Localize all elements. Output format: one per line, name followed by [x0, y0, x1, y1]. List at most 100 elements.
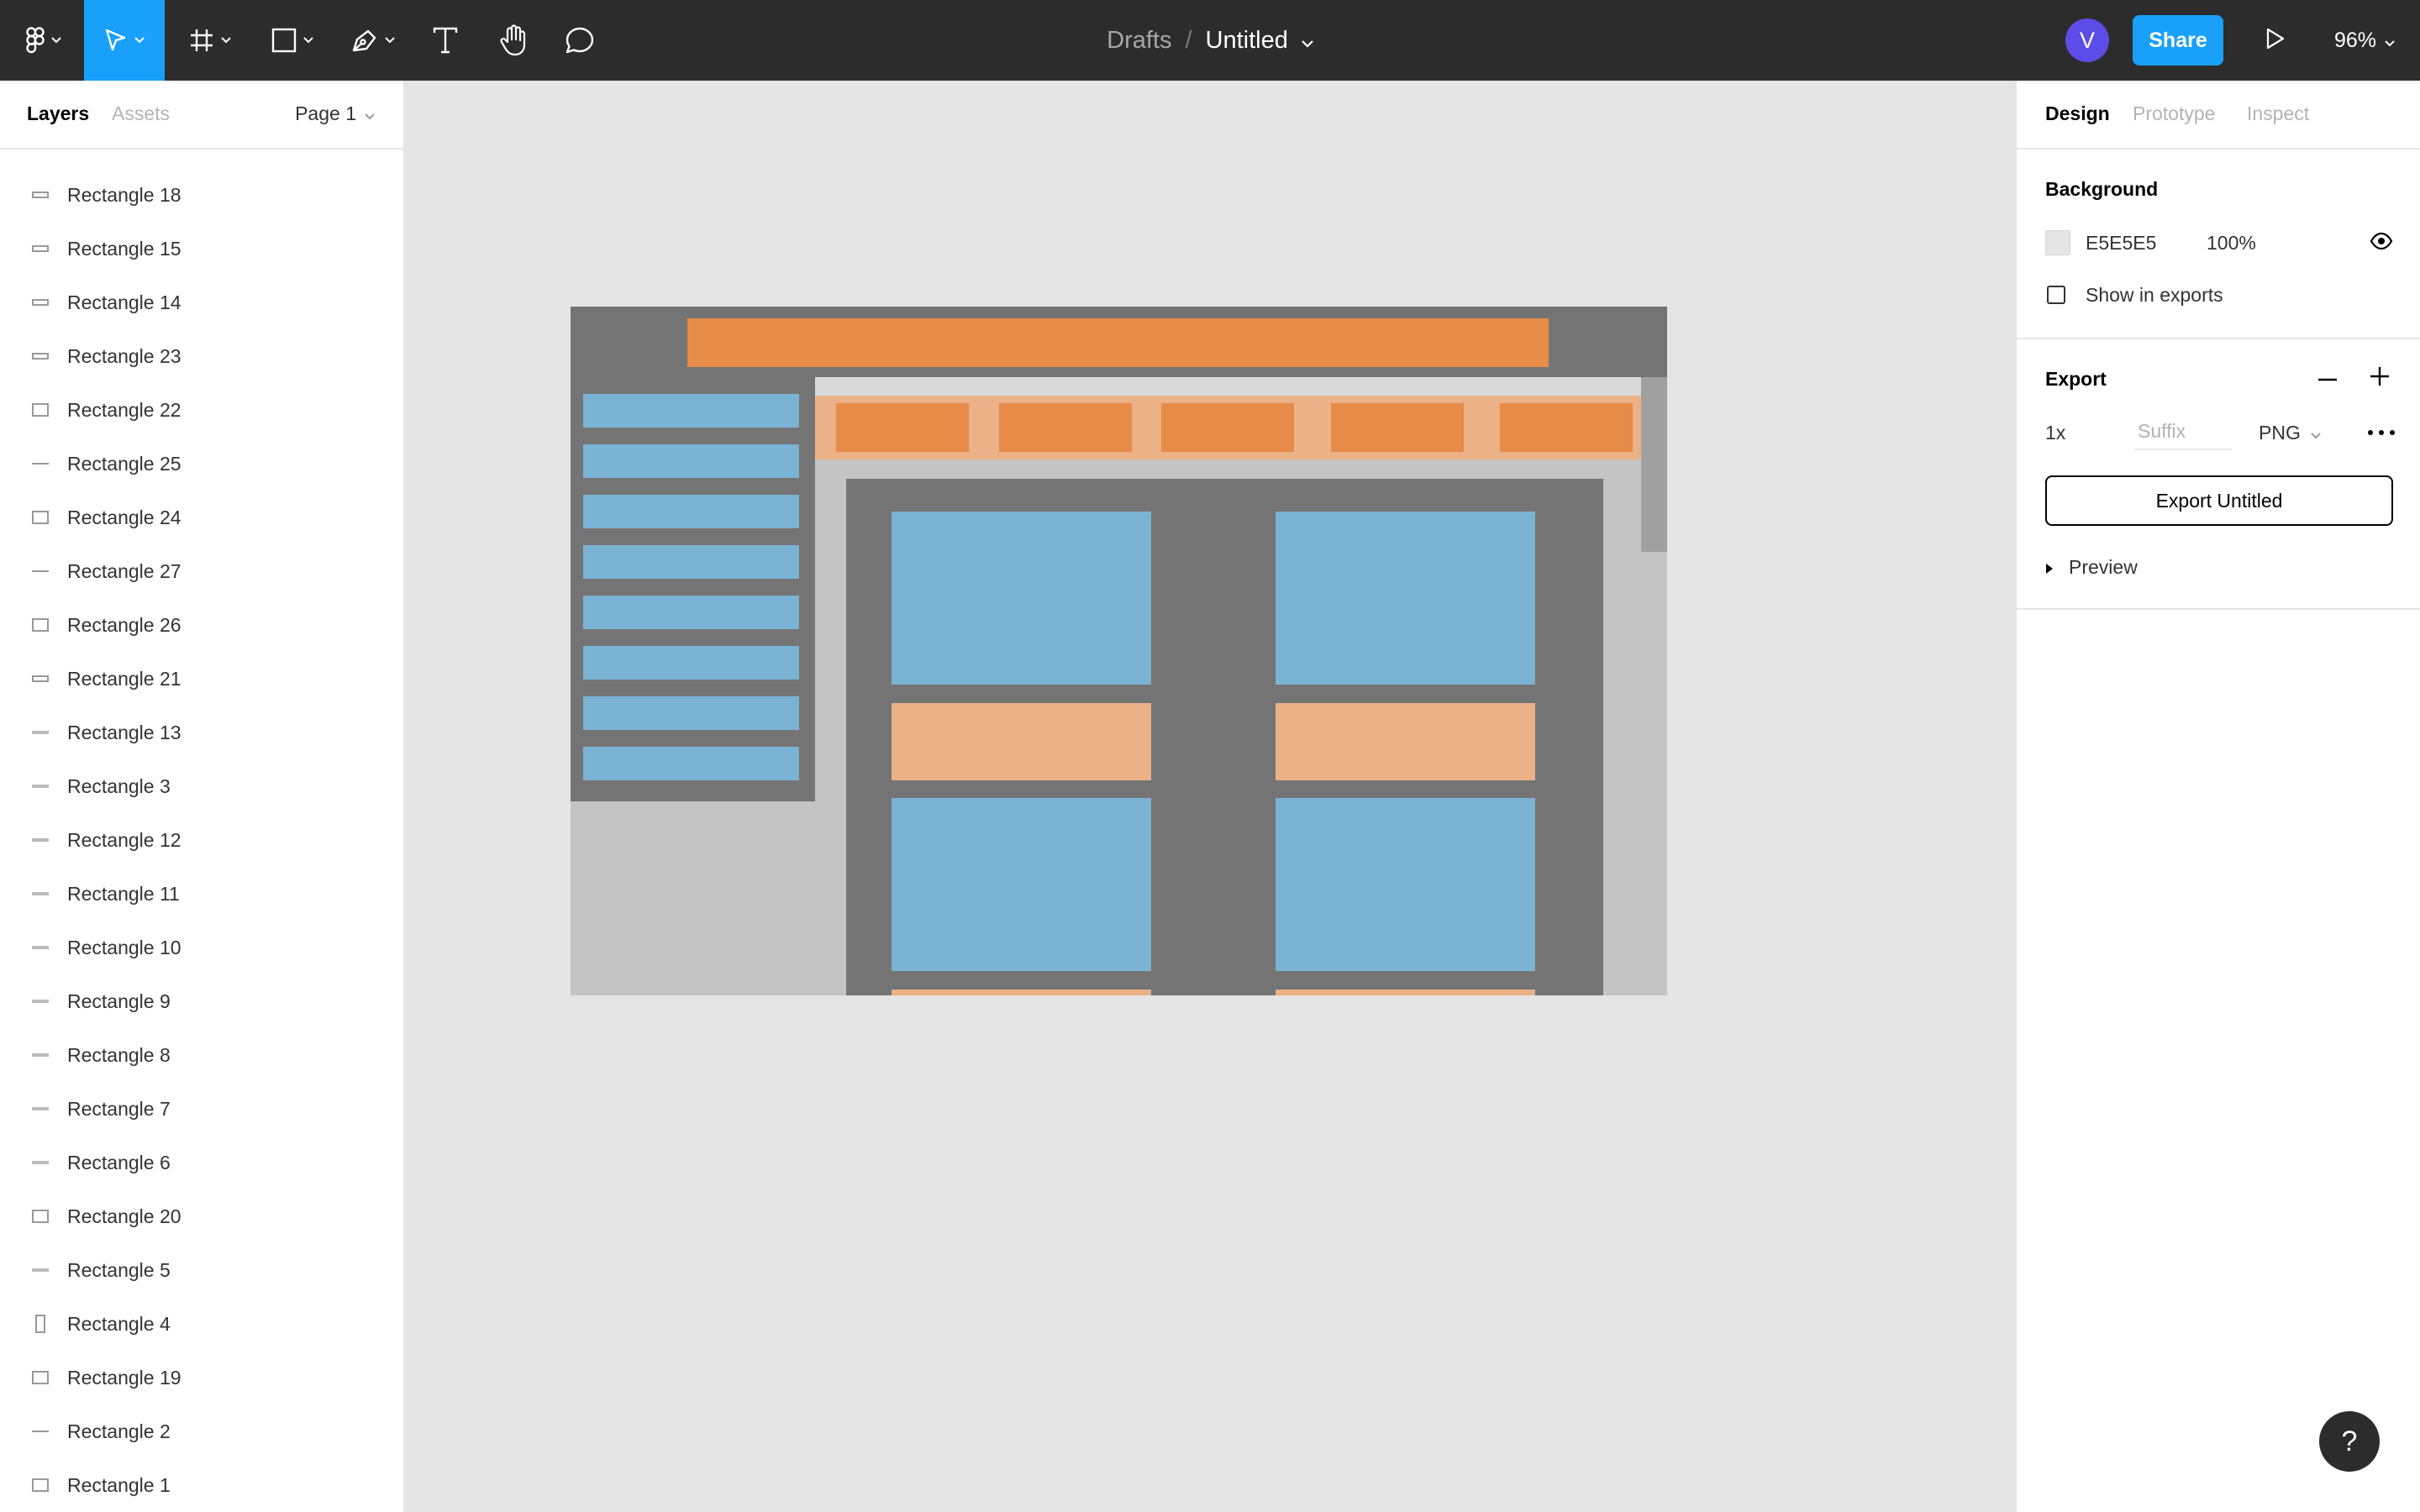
card-caption-block[interactable] — [1276, 703, 1535, 780]
scrollbar-block[interactable] — [1641, 377, 1667, 552]
sidebar-block[interactable] — [571, 377, 815, 801]
comment-tool-button[interactable] — [555, 0, 605, 81]
layer-row[interactable]: Rectangle 10 — [0, 921, 403, 974]
layer-name: Rectangle 6 — [67, 1151, 171, 1173]
tab-design[interactable]: Design — [2045, 102, 2110, 125]
layer-name: Rectangle 20 — [67, 1205, 182, 1227]
frame-tool-button[interactable] — [178, 0, 242, 81]
layer-row[interactable]: Rectangle 15 — [0, 222, 403, 276]
layer-row[interactable]: Rectangle 19 — [0, 1351, 403, 1404]
layer-row[interactable]: Rectangle 20 — [0, 1189, 403, 1243]
nav-item-block[interactable] — [999, 403, 1132, 452]
text-icon — [433, 27, 458, 54]
shape-tool-button[interactable] — [260, 0, 324, 81]
layer-name: Rectangle 19 — [67, 1366, 182, 1389]
rectangle-layer-icon — [32, 1047, 49, 1063]
show-in-exports-label: Show in exports — [2086, 284, 2223, 306]
left-panel-tabs: Layers Assets Page 1 — [0, 81, 403, 150]
file-name[interactable]: Untitled — [1206, 27, 1288, 55]
layer-row[interactable]: Rectangle 21 — [0, 652, 403, 706]
pen-tool-button[interactable] — [341, 0, 405, 81]
layer-row[interactable]: Rectangle 26 — [0, 598, 403, 652]
card-caption-block[interactable] — [892, 990, 1151, 995]
layer-row[interactable]: Rectangle 3 — [0, 759, 403, 813]
background-opacity-value[interactable]: 100% — [2207, 232, 2256, 255]
avatar[interactable]: V — [2065, 18, 2109, 62]
layer-row[interactable]: Rectangle 18 — [0, 168, 403, 222]
sidebar-item-block[interactable] — [583, 495, 799, 528]
layer-row[interactable]: Rectangle 25 — [0, 437, 403, 491]
main-menu-button[interactable] — [13, 0, 74, 81]
tab-assets[interactable]: Assets — [112, 102, 170, 125]
export-scale[interactable]: 1x — [2045, 422, 2065, 444]
export-settings-button[interactable] — [2365, 422, 2398, 442]
layer-row[interactable]: Rectangle 1 — [0, 1458, 403, 1512]
card-caption-block[interactable] — [892, 703, 1151, 780]
header-bar[interactable] — [687, 318, 1549, 367]
card-image-block[interactable] — [1276, 512, 1535, 685]
background-color-swatch[interactable] — [2045, 230, 2070, 255]
file-menu-chevron-icon[interactable] — [1302, 27, 1313, 55]
rectangle-layer-icon — [32, 240, 49, 257]
divider — [2017, 608, 2420, 610]
layer-row[interactable]: Rectangle 7 — [0, 1082, 403, 1136]
sidebar-item-block[interactable] — [583, 394, 799, 428]
show-in-exports-checkbox[interactable] — [2047, 286, 2065, 304]
layer-row[interactable]: Rectangle 2 — [0, 1404, 403, 1458]
canvas-frame[interactable] — [571, 307, 1667, 995]
layer-row[interactable]: Rectangle 24 — [0, 491, 403, 544]
nav-item-block[interactable] — [1500, 403, 1633, 452]
card-image-block[interactable] — [1276, 798, 1535, 971]
layer-row[interactable]: Rectangle 13 — [0, 706, 403, 759]
tab-inspect[interactable]: Inspect — [2247, 102, 2309, 125]
sidebar-item-block[interactable] — [583, 747, 799, 780]
page-selector[interactable]: Page 1 — [295, 102, 375, 125]
zoom-menu[interactable]: 96% — [2334, 0, 2395, 81]
rectangle-layer-icon — [32, 186, 49, 203]
layer-name: Rectangle 7 — [67, 1097, 171, 1120]
card-caption-block[interactable] — [1276, 990, 1535, 995]
sidebar-item-block[interactable] — [583, 696, 799, 730]
export-format-select[interactable]: PNG — [2259, 422, 2321, 444]
add-export-button[interactable] — [2365, 363, 2395, 393]
nav-item-block[interactable] — [1161, 403, 1294, 452]
export-button[interactable]: Export Untitled — [2045, 475, 2393, 526]
preview-toggle[interactable]: Preview — [2045, 556, 2138, 579]
nav-item-block[interactable] — [836, 403, 969, 452]
hand-tool-button[interactable] — [487, 0, 541, 81]
tab-prototype[interactable]: Prototype — [2133, 102, 2215, 125]
present-button[interactable] — [2259, 24, 2292, 57]
layer-row[interactable]: Rectangle 14 — [0, 276, 403, 329]
sidebar-item-block[interactable] — [583, 646, 799, 680]
layer-row[interactable]: Rectangle 8 — [0, 1028, 403, 1082]
layer-row[interactable]: Rectangle 11 — [0, 867, 403, 921]
tab-layers[interactable]: Layers — [27, 102, 89, 125]
nav-item-block[interactable] — [1331, 403, 1464, 452]
layer-row[interactable]: Rectangle 5 — [0, 1243, 403, 1297]
nav-strip[interactable] — [815, 377, 1655, 396]
comment-icon — [565, 26, 595, 55]
background-hex-value[interactable]: E5E5E5 — [2086, 232, 2156, 255]
breadcrumb-folder[interactable]: Drafts — [1107, 27, 1171, 55]
help-button[interactable]: ? — [2319, 1411, 2380, 1472]
export-suffix-input[interactable]: Suffix — [2134, 413, 2232, 450]
layer-row[interactable]: Rectangle 6 — [0, 1136, 403, 1189]
sidebar-item-block[interactable] — [583, 444, 799, 478]
layer-row[interactable]: Rectangle 12 — [0, 813, 403, 867]
card-image-block[interactable] — [892, 512, 1151, 685]
layer-row[interactable]: Rectangle 22 — [0, 383, 403, 437]
layer-row[interactable]: Rectangle 9 — [0, 974, 403, 1028]
layer-row[interactable]: Rectangle 4 — [0, 1297, 403, 1351]
sidebar-item-block[interactable] — [583, 545, 799, 579]
move-tool-button[interactable] — [84, 0, 165, 81]
layer-row[interactable]: Rectangle 27 — [0, 544, 403, 598]
remove-export-button[interactable] — [2312, 363, 2343, 393]
layer-name: Rectangle 23 — [67, 344, 182, 367]
properties-panel: Design Prototype Inspect Background E5E5… — [2015, 81, 2420, 1512]
eye-icon[interactable] — [2370, 232, 2393, 255]
text-tool-button[interactable] — [422, 0, 469, 81]
layer-row[interactable]: Rectangle 23 — [0, 329, 403, 383]
share-button[interactable]: Share — [2133, 15, 2223, 66]
sidebar-item-block[interactable] — [583, 596, 799, 629]
card-image-block[interactable] — [892, 798, 1151, 971]
